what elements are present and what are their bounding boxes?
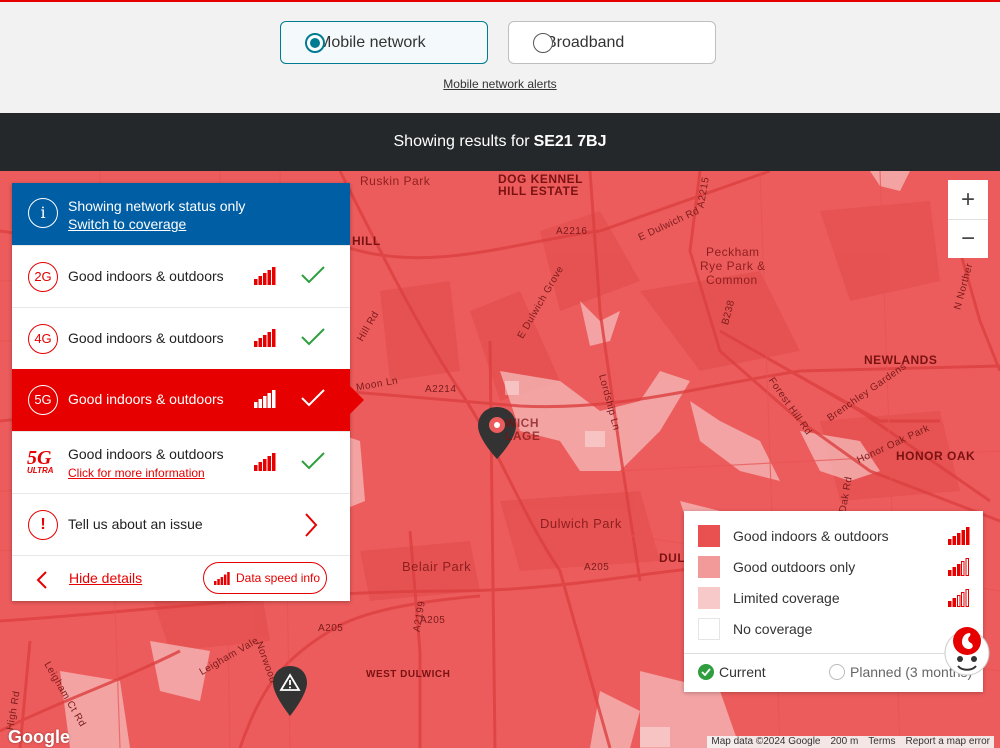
map-label: A2216 [556, 226, 588, 237]
map-label: Common [706, 273, 758, 287]
radio-selected-icon [305, 33, 325, 53]
network-status-panel: i Showing network status only Switch to … [12, 183, 364, 601]
map-label: HILL ESTATE [498, 184, 579, 198]
map-label: Peckham [706, 245, 760, 259]
signal-bars-icon [254, 453, 276, 471]
results-prefix: Showing results for [393, 133, 530, 150]
results-bar: Showing results for SE21 7BJ [0, 113, 1000, 171]
broadband-radio-button[interactable]: Broadband [508, 21, 716, 64]
coverage-legend: Good indoors & outdoors Good outdoors on… [684, 511, 983, 692]
exclamation-icon: ! [28, 510, 58, 540]
radio-unselected-icon [829, 664, 845, 680]
legend-label: Good indoors & outdoors [733, 528, 889, 544]
map-label: HONOR OAK [896, 449, 976, 463]
status-text: Good indoors & outdoors [68, 268, 224, 284]
switch-to-coverage-link[interactable]: Switch to coverage [68, 215, 350, 233]
5g-icon: 5G [28, 385, 58, 415]
legend-item: Limited coverage [698, 586, 970, 610]
signal-bars-icon [254, 329, 276, 347]
map-label: LAGE [505, 429, 541, 443]
checkmark-icon [301, 452, 325, 470]
chat-assistant-icon[interactable] [943, 625, 991, 677]
current-option[interactable]: Current [698, 664, 766, 680]
network-type-header: Mobile network Broadband Mobile network … [0, 0, 1000, 113]
broadband-label: Broadband [546, 33, 625, 51]
signal-bars-icon [254, 390, 276, 408]
map-label: A205 [584, 562, 610, 573]
chevron-right-icon [305, 513, 318, 537]
status-row-5g-ultra[interactable]: 5G ULTRA Good indoors & outdoors Click f… [12, 431, 350, 493]
legend-swatch [698, 618, 720, 640]
status-row-4g[interactable]: 4G Good indoors & outdoors [12, 307, 350, 369]
report-issue-text: Tell us about an issue [68, 516, 203, 532]
legend-label: Limited coverage [733, 590, 840, 606]
zoom-out-button[interactable]: − [948, 219, 988, 258]
status-row-5g[interactable]: 5G Good indoors & outdoors [12, 369, 364, 431]
google-logo: Google [8, 727, 70, 747]
signal-bars-low-icon [948, 589, 969, 607]
checkmark-icon [301, 266, 325, 284]
status-text: Good indoors & outdoors [68, 330, 224, 346]
map-scale: 200 m [830, 736, 859, 747]
map-label: Belair Park [402, 559, 472, 574]
status-row-2g[interactable]: 2G Good indoors & outdoors [12, 245, 350, 307]
map-data-credit: Map data ©2024 Google [711, 736, 821, 747]
info-title: Showing network status only [68, 198, 246, 214]
4g-icon: 4G [28, 324, 58, 354]
map-label: A2214 [425, 384, 457, 395]
map-label: DUL [659, 551, 686, 565]
map-attribution: Map data ©2024 Google 200 m Terms Report… [707, 736, 994, 748]
more-information-link[interactable]: Click for more information [68, 466, 205, 480]
checkmark-icon [301, 389, 325, 407]
panel-footer: Hide details Data speed info [12, 555, 350, 601]
mobile-network-label: Mobile network [318, 33, 426, 51]
legend-label: No coverage [733, 621, 813, 637]
mobile-network-radio-button[interactable]: Mobile network [280, 21, 488, 64]
5g-ultra-icon: 5G ULTRA [27, 447, 61, 475]
signal-bars-full-icon [948, 527, 970, 545]
checkmark-icon [301, 328, 325, 346]
map-label: WEST DULWICH [366, 669, 451, 680]
warning-pin-icon[interactable] [271, 664, 309, 718]
terms-link[interactable]: Terms [868, 736, 895, 748]
legend-item: No coverage [698, 617, 970, 641]
legend-divider [684, 653, 983, 654]
results-postcode: SE21 7BJ [533, 133, 607, 150]
report-issue-row[interactable]: ! Tell us about an issue [12, 493, 350, 555]
legend-swatch [698, 587, 720, 609]
status-text: Good indoors & outdoors [68, 446, 224, 462]
5g-ultra-small: ULTRA [27, 466, 54, 475]
legend-swatch [698, 525, 720, 547]
data-speed-label: Data speed info [236, 571, 321, 585]
data-speed-info-button[interactable]: Data speed info [203, 562, 327, 594]
zoom-in-button[interactable]: + [948, 180, 988, 219]
minus-icon: − [960, 225, 975, 252]
signal-bars-icon [254, 267, 276, 285]
legend-item: Good outdoors only [698, 555, 970, 579]
current-label: Current [719, 664, 766, 680]
legend-item: Good indoors & outdoors [698, 524, 970, 548]
5g-ultra-big: 5G [27, 447, 52, 469]
mobile-network-alerts-link[interactable]: Mobile network alerts [0, 77, 1000, 91]
map-label: Dulwich Park [540, 516, 622, 531]
plus-icon: + [960, 185, 975, 213]
legend-swatch [698, 556, 720, 578]
report-map-error-link[interactable]: Report a map error [906, 736, 990, 748]
check-circle-icon [698, 664, 714, 680]
status-text: Good indoors & outdoors [68, 391, 224, 407]
map-label: WICH [505, 416, 539, 430]
signal-bars-medium-icon [948, 558, 969, 576]
map-label: A205 [318, 623, 344, 634]
hide-details-link[interactable]: Hide details [69, 570, 142, 586]
legend-label: Good outdoors only [733, 559, 856, 575]
map-label: Ruskin Park [360, 174, 431, 188]
2g-icon: 2G [28, 262, 58, 292]
map-label: HILL [352, 234, 381, 248]
chevron-left-icon[interactable] [36, 570, 48, 590]
signal-bars-icon [214, 571, 230, 585]
radio-unselected-icon [533, 33, 553, 53]
info-icon: i [28, 198, 58, 228]
map-label: Rye Park & [700, 259, 766, 273]
info-banner: i Showing network status only Switch to … [12, 183, 350, 245]
